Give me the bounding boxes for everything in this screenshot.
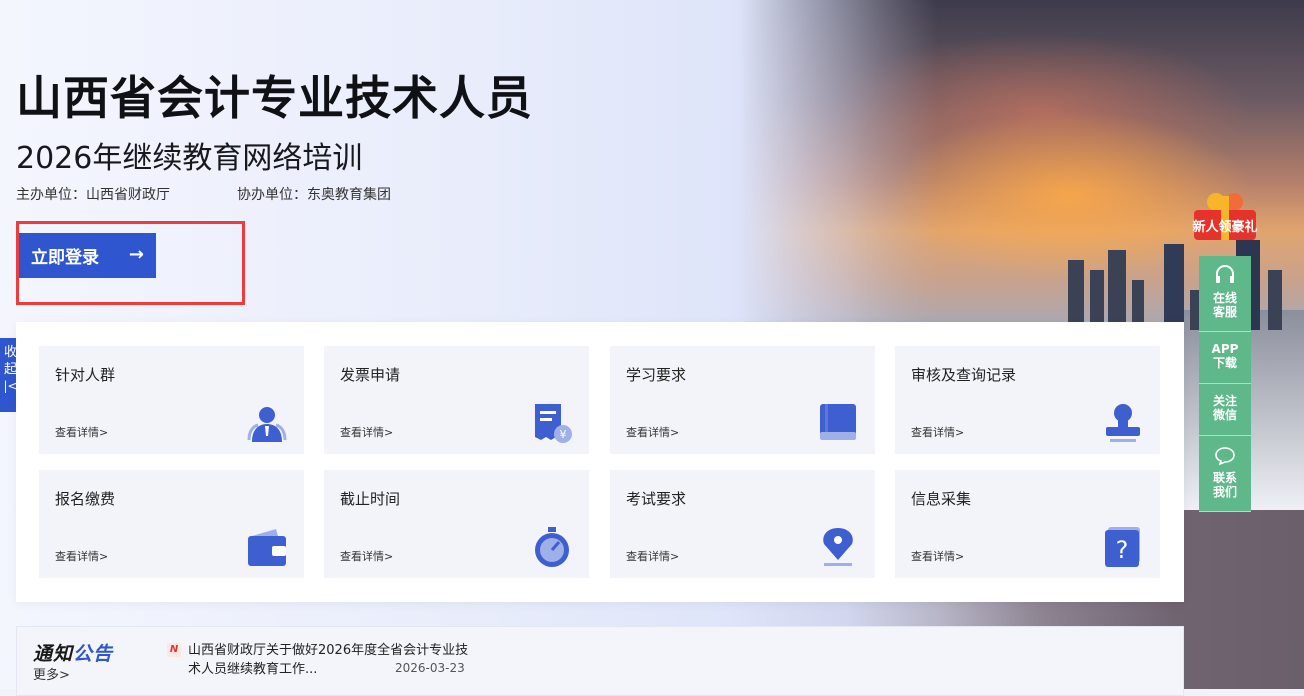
stamp-icon (1106, 404, 1140, 442)
chat-bubble-icon (1215, 447, 1235, 466)
notice-title-part-2: 公告 (73, 643, 114, 665)
wallet-icon (248, 529, 286, 566)
info-card-panel: 针对人群 查看详情> 发票申请 查看详情> ¥ 学习要求 查看详情> 审核及查询… (16, 322, 1184, 602)
card-details-link[interactable]: 查看详情> (911, 548, 964, 564)
card-info-collection[interactable]: 信息采集 查看详情> ? (895, 470, 1160, 578)
sidebar-item-label: 联系我们 (1212, 471, 1237, 499)
pen-nib-icon (823, 528, 853, 566)
floating-sidebar: 在线客服 APP下载 关注微信 联系我们 (1199, 256, 1251, 512)
co-host-organization: 协办单位：东奥教育集团 (237, 187, 391, 203)
sidebar-item-customer-service[interactable]: 在线客服 (1199, 256, 1251, 332)
new-badge: N (167, 643, 181, 657)
card-title: 信息采集 (911, 490, 972, 508)
question-card-icon: ? (1105, 527, 1140, 567)
page-subtitle: 2026年继续教育网络培训 (16, 141, 363, 176)
card-exam-requirements[interactable]: 考试要求 查看详情> (610, 470, 875, 578)
card-details-link[interactable]: 查看详情> (340, 424, 393, 440)
card-title: 审核及查询记录 (911, 366, 1017, 384)
host-organization: 主办单位：山西省财政厅 (16, 187, 170, 203)
card-title: 截止时间 (340, 490, 401, 508)
notice-bar: 通知公告 更多> N 山西省财政厅关于做好2026年度全省会计专业技术人员继续教… (16, 626, 1184, 696)
notice-title: 通知公告 (33, 639, 113, 666)
user-group-icon (247, 407, 287, 442)
notice-more-link[interactable]: 更多> (33, 664, 70, 683)
invoice-icon: ¥ (535, 404, 572, 443)
card-invoice-application[interactable]: 发票申请 查看详情> ¥ (324, 346, 589, 454)
card-registration-payment[interactable]: 报名缴费 查看详情> (39, 470, 304, 578)
new-user-gift-icon[interactable]: 新人领豪礼 (1188, 188, 1262, 248)
card-deadline[interactable]: 截止时间 查看详情> (324, 470, 589, 578)
stopwatch-icon (535, 527, 569, 567)
card-title: 报名缴费 (55, 490, 116, 508)
sidebar-item-follow-wechat[interactable]: 关注微信 (1199, 384, 1251, 436)
sidebar-item-label: APP下载 (1211, 342, 1239, 370)
card-study-requirements[interactable]: 学习要求 查看详情> (610, 346, 875, 454)
svg-text:¥: ¥ (560, 428, 567, 441)
notice-item-date: 2026-03-23 (395, 661, 465, 675)
card-details-link[interactable]: 查看详情> (626, 424, 679, 440)
card-title: 考试要求 (626, 490, 687, 508)
card-title: 针对人群 (55, 366, 116, 384)
card-details-link[interactable]: 查看详情> (911, 424, 964, 440)
card-details-link[interactable]: 查看详情> (626, 548, 679, 564)
sidebar-item-label: 在线客服 (1212, 291, 1237, 319)
book-icon (820, 404, 856, 440)
sidebar-item-contact-us[interactable]: 联系我们 (1199, 436, 1251, 512)
highlight-box (16, 221, 245, 305)
card-title: 发票申请 (340, 366, 401, 384)
headset-icon (1216, 265, 1234, 283)
card-review-records[interactable]: 审核及查询记录 查看详情> (895, 346, 1160, 454)
card-details-link[interactable]: 查看详情> (55, 424, 108, 440)
card-details-link[interactable]: 查看详情> (340, 548, 393, 564)
svg-text:?: ? (1116, 536, 1129, 564)
card-title: 学习要求 (626, 366, 687, 384)
card-target-group[interactable]: 针对人群 查看详情> (39, 346, 304, 454)
sidebar-item-label: 关注微信 (1212, 394, 1237, 422)
card-details-link[interactable]: 查看详情> (55, 548, 108, 564)
gift-label: 新人领豪礼 (1192, 219, 1257, 235)
city-skyline-background (1040, 220, 1304, 330)
sidebar-item-app-download[interactable]: APP下载 (1199, 332, 1251, 384)
notice-title-part-1: 通知 (33, 643, 74, 665)
page-title: 山西省会计专业技术人员 (16, 71, 533, 125)
